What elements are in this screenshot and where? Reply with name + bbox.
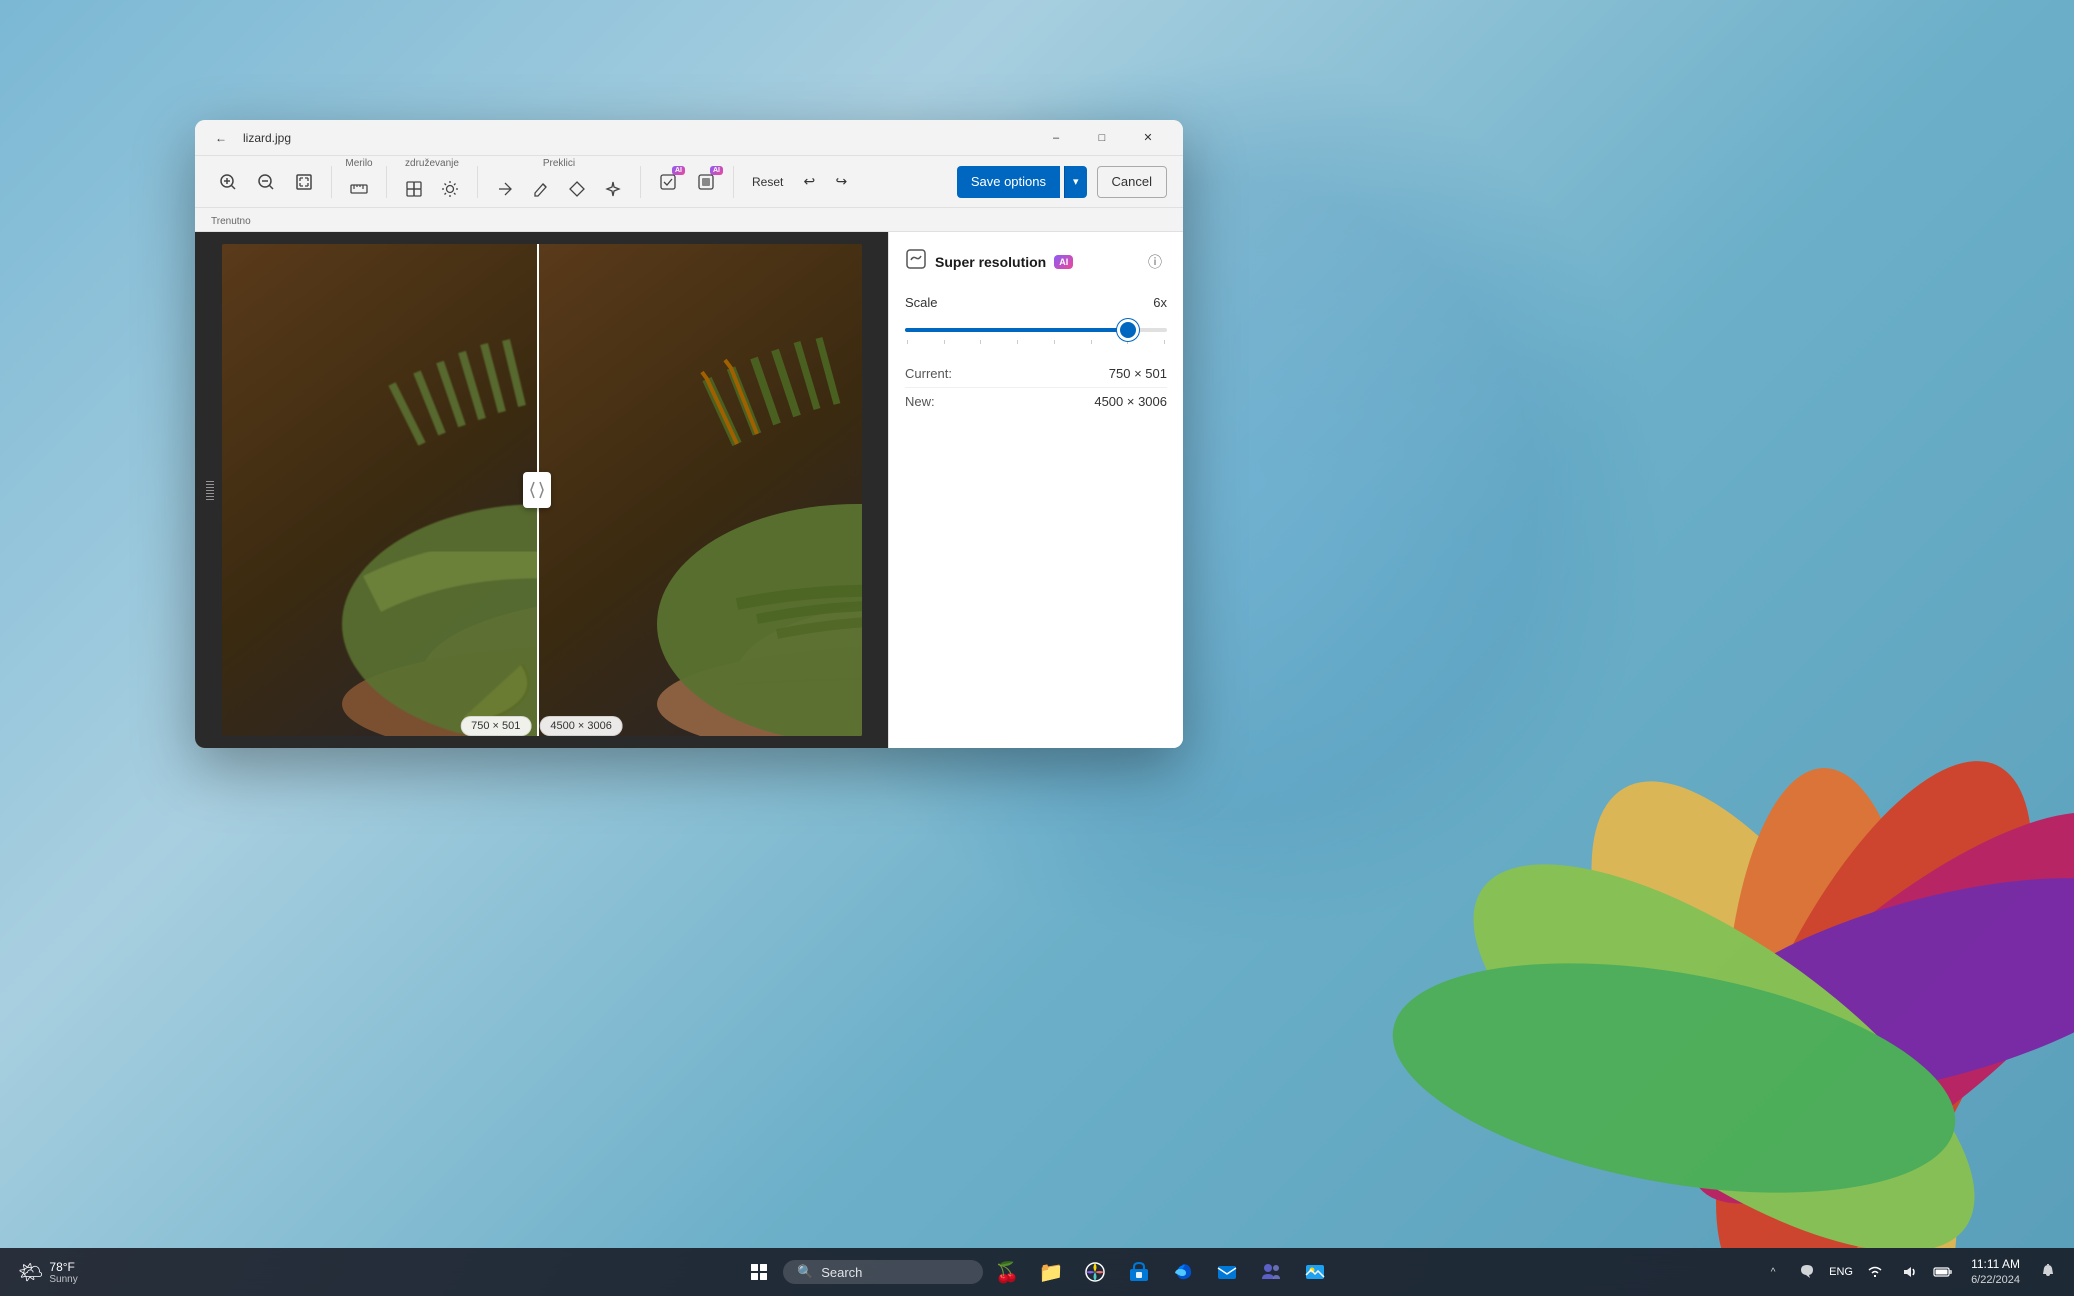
weather-icon: 🌤 <box>18 1260 43 1285</box>
toolbar: Merilo združevanje P <box>195 156 1183 208</box>
taskbar-center: 🔍 Search 🍒 📁 <box>739 1252 1335 1292</box>
search-icon: 🔍 <box>797 1264 813 1280</box>
eraser-button[interactable] <box>560 173 594 205</box>
taskbar-left: 🌤 78°F Sunny <box>0 1256 200 1289</box>
new-resolution-row: New: 4500 × 3006 <box>905 388 1167 415</box>
zdruzevanje-group: združevanje <box>397 158 467 205</box>
merilo-label: Merilo <box>345 158 372 169</box>
currently-label: Trenutno <box>211 216 251 227</box>
clock-date: 6/22/2024 <box>1971 1273 2020 1288</box>
weather-cond: Sunny <box>49 1274 77 1285</box>
brightness-button[interactable] <box>433 173 467 205</box>
preklici-label: Preklici <box>543 158 575 169</box>
tray-chevron[interactable]: ^ <box>1757 1256 1789 1288</box>
merilo-group: Merilo <box>342 158 376 205</box>
panel-title-group: Super resolution AI <box>905 248 1073 275</box>
undo-button[interactable]: ↩ <box>795 168 823 196</box>
taskbar-icon-folder[interactable]: 📁 <box>1031 1252 1071 1292</box>
super-resolution-icon <box>905 248 927 275</box>
new-label: New: <box>905 394 935 409</box>
merilo-tool-button[interactable] <box>342 173 376 205</box>
minimize-button[interactable]: – <box>1033 122 1079 154</box>
photo-container <box>222 244 862 736</box>
current-resolution-row: Current: 750 × 501 <box>905 360 1167 388</box>
photo-right <box>537 244 862 736</box>
pencil-button[interactable] <box>524 173 558 205</box>
title-bar-nav: ← <box>207 124 235 152</box>
save-options-button[interactable]: Save options <box>957 166 1060 198</box>
tray-wifi[interactable] <box>1859 1256 1891 1288</box>
zdruzevanje-button[interactable] <box>397 173 431 205</box>
close-button[interactable]: ✕ <box>1125 122 1171 154</box>
current-value: 750 × 501 <box>1109 366 1167 381</box>
preklici-group: Preklici <box>488 158 630 205</box>
info-button[interactable]: ⓘ <box>1143 250 1167 274</box>
weather-temp: 78°F <box>49 1260 77 1274</box>
slider-container[interactable] <box>905 320 1167 344</box>
slider-thumb[interactable] <box>1120 322 1136 338</box>
taskbar-icon-mail[interactable] <box>1207 1252 1247 1292</box>
weather-widget[interactable]: 🌤 78°F Sunny <box>10 1256 86 1289</box>
title-bar: ← lizard.jpg – □ ✕ <box>195 120 1183 156</box>
scale-row: Scale 6x <box>905 295 1167 310</box>
app-window: ← lizard.jpg – □ ✕ Merilo <box>195 120 1183 748</box>
cancel-button[interactable]: Cancel <box>1097 166 1167 198</box>
zdruzevanje-label: združevanje <box>405 158 459 169</box>
zoom-out-button[interactable] <box>249 166 283 198</box>
tray-language[interactable]: ENG <box>1825 1256 1857 1288</box>
taskbar-right: ^ ENG 11:11 AM 6/22/2024 <box>1757 1252 2074 1292</box>
original-size-label: 750 × 501 <box>460 716 531 736</box>
photo-left <box>222 244 537 736</box>
fit-button[interactable] <box>287 166 321 198</box>
slider-fill <box>905 328 1128 332</box>
main-content: 750 × 501 4500 × 3006 Super resolution A… <box>195 232 1183 748</box>
tray-chat[interactable] <box>1791 1256 1823 1288</box>
zoom-in-button[interactable] <box>211 166 245 198</box>
window-title: lizard.jpg <box>243 131 1025 145</box>
panel-ai-badge: AI <box>1054 255 1073 269</box>
preklici-button[interactable] <box>488 173 522 205</box>
slider-track <box>905 328 1167 332</box>
notification-button[interactable] <box>2032 1256 2064 1288</box>
search-label: Search <box>821 1265 862 1280</box>
save-dropdown-button[interactable]: ▾ <box>1064 166 1087 198</box>
window-controls: – □ ✕ <box>1033 122 1171 154</box>
scale-label: Scale <box>905 295 938 310</box>
current-label: Current: <box>905 366 952 381</box>
taskbar-icon-cherry[interactable]: 🍒 <box>987 1252 1027 1292</box>
split-handle[interactable] <box>523 472 551 508</box>
slider-ticks <box>905 340 1167 344</box>
clock-time: 11:11 AM <box>1971 1256 2020 1273</box>
sparkle-button[interactable] <box>596 173 630 205</box>
taskbar-icon-colorful[interactable] <box>1075 1252 1115 1292</box>
image-area[interactable]: 750 × 501 4500 × 3006 <box>195 232 888 748</box>
panel-title: Super resolution <box>935 254 1046 270</box>
system-tray: ^ ENG <box>1757 1256 1959 1288</box>
new-size-label: 4500 × 3006 <box>539 716 622 736</box>
search-bar[interactable]: 🔍 Search <box>783 1260 983 1284</box>
tray-sound[interactable] <box>1893 1256 1925 1288</box>
tray-battery[interactable] <box>1927 1256 1959 1288</box>
taskbar-icon-teams[interactable] <box>1251 1252 1291 1292</box>
taskbar-icon-photos[interactable] <box>1295 1252 1335 1292</box>
maximize-button[interactable]: □ <box>1079 122 1125 154</box>
ai-tool2-button[interactable]: AI <box>689 166 723 198</box>
scale-value: 6x <box>1153 295 1167 310</box>
taskbar: 🌤 78°F Sunny 🔍 Search 🍒 � <box>0 1248 2074 1296</box>
ai-tool1-button[interactable]: AI <box>651 166 685 198</box>
back-button[interactable]: ← <box>207 124 235 152</box>
start-button[interactable] <box>739 1252 779 1292</box>
taskbar-icon-store[interactable] <box>1119 1252 1159 1292</box>
redo-button[interactable]: ↪ <box>827 168 855 196</box>
taskbar-icon-edge[interactable] <box>1163 1252 1203 1292</box>
clock[interactable]: 11:11 AM 6/22/2024 <box>1963 1252 2028 1292</box>
reset-button[interactable]: Reset <box>744 171 791 193</box>
panel-header: Super resolution AI ⓘ <box>905 248 1167 275</box>
side-panel: Super resolution AI ⓘ Scale 6x <box>888 232 1183 748</box>
ruler-side <box>203 450 217 530</box>
new-value: 4500 × 3006 <box>1094 394 1167 409</box>
size-labels: 750 × 501 4500 × 3006 <box>460 716 623 736</box>
